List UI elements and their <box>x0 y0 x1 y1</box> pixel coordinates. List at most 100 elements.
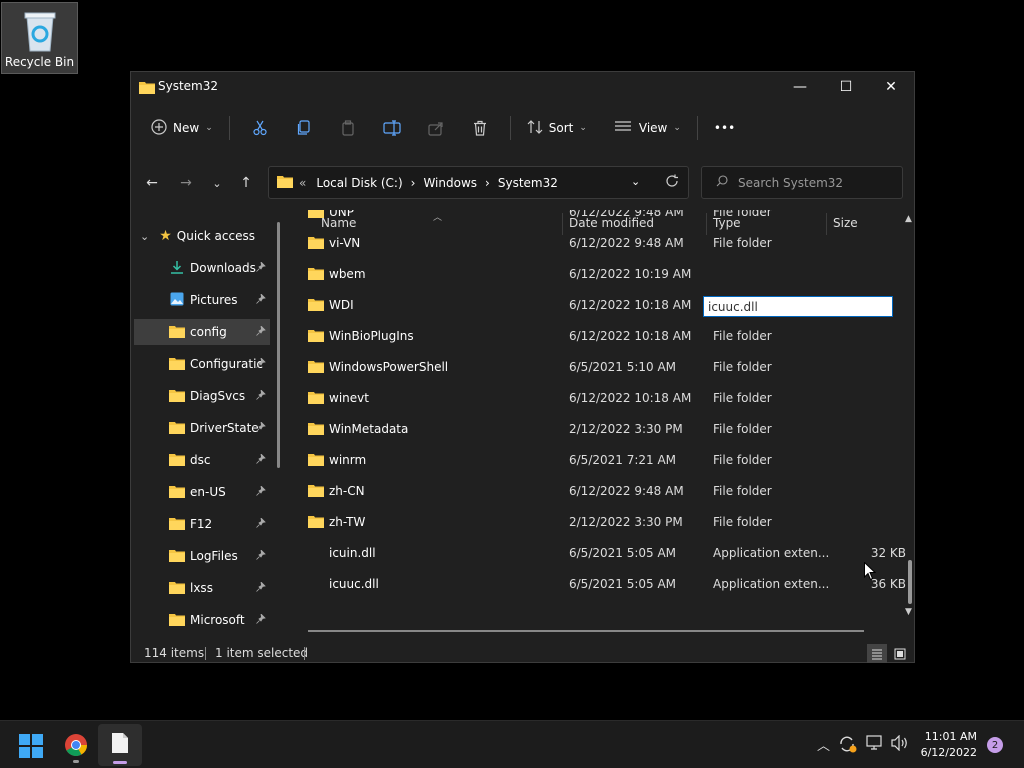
search-box[interactable]: Search System32 <box>701 166 903 199</box>
file-type: File folder <box>713 515 772 529</box>
sync-icon[interactable] <box>838 735 858 757</box>
nav-item-label: lxss <box>190 581 213 595</box>
forward-arrow-icon[interactable]: → <box>175 172 197 194</box>
file-type: File folder <box>713 422 772 436</box>
tiles-view-icon[interactable] <box>890 644 910 663</box>
item-count: 114 items <box>144 646 205 660</box>
cut-icon[interactable] <box>244 112 276 144</box>
sort-button[interactable]: Sort ⌄ <box>519 112 595 144</box>
address-history-chevron-icon[interactable]: ⌄ <box>631 175 640 188</box>
file-type: File folder <box>713 484 772 498</box>
file-date-modified: 6/12/2022 10:19 AM <box>569 267 692 281</box>
nav-item-dsc[interactable]: dsc <box>134 447 270 473</box>
file-name: WDI <box>329 298 354 312</box>
search-input[interactable]: Search System32 <box>738 176 843 190</box>
recent-locations-chevron-icon[interactable]: ⌄ <box>206 172 228 194</box>
show-hidden-icons-chevron-icon[interactable]: ︿ <box>817 735 830 754</box>
paste-icon[interactable] <box>332 112 364 144</box>
nav-item-en-us[interactable]: en-US <box>134 479 270 505</box>
view-button[interactable]: View ⌄ <box>607 112 689 144</box>
more-options-button[interactable]: ••• <box>706 112 743 144</box>
clock[interactable]: 11:01 AM 6/12/2022 <box>921 729 977 761</box>
chevron-down-icon: ⌄ <box>140 229 150 243</box>
star-icon: ★ <box>159 228 172 244</box>
table-row[interactable]: WinMetadata 2/12/2022 3:30 PM File folder <box>291 414 891 445</box>
table-row[interactable]: icuin.dll 6/5/2021 5:05 AM Application ext… <box>291 538 906 569</box>
breadcrumb-local-disk[interactable]: Local Disk (C:) <box>316 176 402 190</box>
breadcrumb-system32[interactable]: System32 <box>498 176 558 190</box>
refresh-icon[interactable] <box>665 174 679 191</box>
nav-item-f12[interactable]: F12 <box>134 511 270 537</box>
rename-input[interactable] <box>703 296 893 317</box>
folder-icon <box>308 210 324 221</box>
folder-icon <box>169 324 185 341</box>
breadcrumb-separator: › <box>410 175 416 190</box>
horizontal-scrollbar[interactable] <box>308 630 864 632</box>
volume-icon[interactable] <box>891 734 909 755</box>
nav-item-config[interactable]: config <box>134 319 270 345</box>
copy-icon[interactable] <box>288 112 320 144</box>
close-button[interactable]: ✕ <box>868 72 914 102</box>
table-row[interactable]: WindowsPowerShell 6/5/2021 5:10 AM File fo… <box>291 352 891 383</box>
desktop-icon-recycle-bin[interactable]: Recycle Bin <box>1 2 78 74</box>
nav-item-logfiles[interactable]: LogFiles <box>134 543 270 569</box>
breadcrumb-overflow[interactable]: « <box>299 176 306 190</box>
nav-pane-scrollbar[interactable] <box>277 222 280 468</box>
file-explorer-taskbar-button[interactable] <box>98 724 142 766</box>
delete-icon[interactable] <box>464 112 496 144</box>
file-date-modified: 6/12/2022 9:48 AM <box>569 484 684 498</box>
table-row[interactable]: icuuc.dll 6/5/2021 5:05 AM Application ext… <box>291 569 906 600</box>
nav-quick-access[interactable]: ⌄ ★ Quick access <box>134 223 270 249</box>
network-icon[interactable] <box>866 735 884 755</box>
nav-item-downloads[interactable]: Downloads <box>134 255 270 281</box>
table-row[interactable]: zh-TW 2/12/2022 3:30 PM File folder <box>291 507 891 538</box>
share-icon[interactable] <box>420 112 452 144</box>
table-row[interactable]: winevt 6/12/2022 10:18 AM File folder <box>291 383 891 414</box>
toolbar-divider <box>228 116 230 140</box>
breadcrumb-separator: › <box>485 175 490 190</box>
pin-icon <box>256 292 266 307</box>
active-indicator <box>113 761 127 764</box>
file-name: WinMetadata <box>329 422 409 436</box>
sort-icon <box>527 119 543 138</box>
file-name: winrm <box>329 453 367 467</box>
chrome-taskbar-button[interactable] <box>64 733 88 763</box>
file-list-scrollbar[interactable]: ▲ ▼ <box>905 214 915 624</box>
nav-item-lxss[interactable]: lxss <box>134 575 270 601</box>
nav-item-pictures[interactable]: Pictures <box>134 287 270 313</box>
back-arrow-icon[interactable]: ← <box>141 172 163 194</box>
up-arrow-icon[interactable]: ↑ <box>235 172 257 194</box>
scroll-up-arrow-icon[interactable]: ▲ <box>905 214 912 224</box>
breadcrumb-windows[interactable]: Windows <box>423 176 477 190</box>
nav-item-microsoft[interactable]: Microsoft <box>134 607 270 633</box>
running-indicator <box>73 760 79 763</box>
nav-item-driverstate[interactable]: DriverState <box>134 415 270 441</box>
maximize-button[interactable]: ☐ <box>823 72 869 102</box>
table-row[interactable]: UNP 6/12/2022 9:48 AM File folder <box>291 210 891 228</box>
scrollbar-thumb[interactable] <box>908 560 912 604</box>
scroll-down-arrow-icon[interactable]: ▼ <box>905 607 912 617</box>
notification-badge[interactable]: 2 <box>987 737 1003 753</box>
table-row[interactable]: WinBioPlugIns 6/12/2022 10:18 AM File fold… <box>291 321 891 352</box>
rename-icon[interactable] <box>376 112 408 144</box>
address-bar[interactable]: « Local Disk (C:) › Windows › System32 ⌄ <box>268 166 689 199</box>
minimize-button[interactable]: — <box>777 72 823 102</box>
table-row[interactable]: zh-CN 6/12/2022 9:48 AM File folder <box>291 476 891 507</box>
file-type: File folder <box>713 453 772 467</box>
pin-icon <box>256 484 266 499</box>
file-type: Application exten... <box>713 546 830 560</box>
table-row[interactable]: winrm 6/5/2021 7:21 AM File folder <box>291 445 891 476</box>
file-date-modified: 6/12/2022 10:18 AM <box>569 391 692 405</box>
table-row[interactable]: vi-VN 6/12/2022 9:48 AM File folder <box>291 228 891 259</box>
folder-icon <box>308 328 324 345</box>
details-view-icon[interactable] <box>867 644 887 663</box>
file-type: File folder <box>713 236 772 250</box>
nav-item-configuration[interactable]: Configuratic <box>134 351 270 377</box>
chrome-icon <box>65 734 87 756</box>
nav-item-diagsvcs[interactable]: DiagSvcs <box>134 383 270 409</box>
table-row[interactable]: wbem 6/12/2022 10:19 AM <box>291 259 891 290</box>
pin-icon <box>256 580 266 595</box>
new-button-label: New <box>173 121 200 135</box>
start-button[interactable] <box>19 734 43 762</box>
new-button[interactable]: New ⌄ <box>143 112 221 144</box>
